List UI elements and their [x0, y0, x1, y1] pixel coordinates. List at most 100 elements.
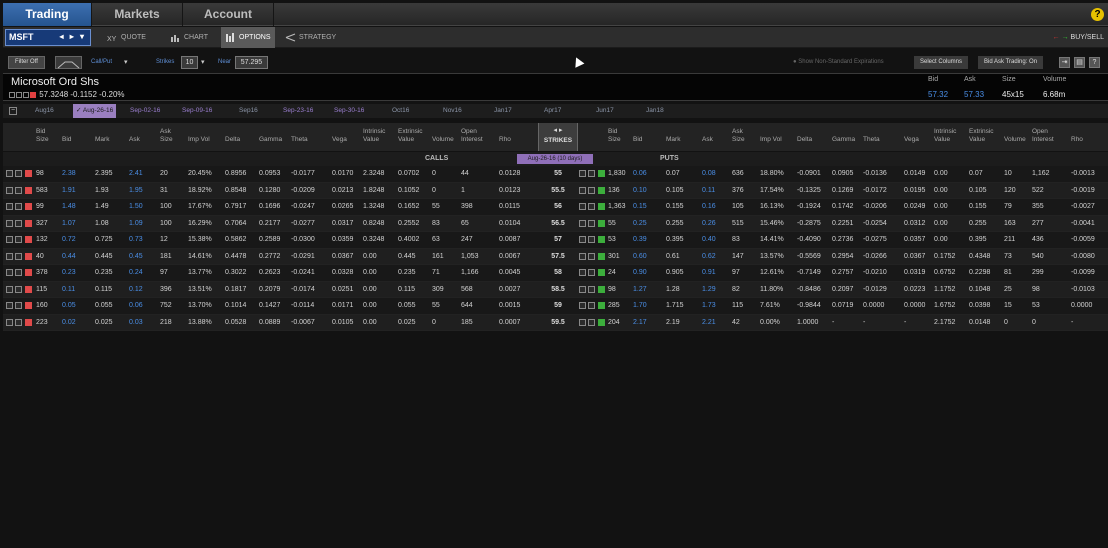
- call-cell[interactable]: 0.24: [129, 265, 143, 281]
- expiration-tab[interactable]: Aug16: [35, 104, 54, 118]
- column-header[interactable]: Ask: [702, 136, 713, 144]
- call-cell[interactable]: 0.44: [62, 249, 76, 265]
- column-header[interactable]: Gamma: [832, 136, 855, 144]
- options-button[interactable]: OPTIONS: [221, 27, 275, 48]
- call-cell[interactable]: 0.23: [62, 265, 76, 281]
- put-cell[interactable]: 1.27: [633, 282, 647, 298]
- expiration-tab[interactable]: Jan17: [494, 104, 512, 118]
- put-cell[interactable]: 2.17: [633, 315, 647, 331]
- call-cell[interactable]: 1.91: [62, 183, 76, 199]
- expand-row-icon[interactable]: [6, 302, 13, 309]
- strike-nav-arrows-icon[interactable]: ◂ ▸: [539, 126, 577, 134]
- ask-value[interactable]: 57.33: [964, 90, 984, 99]
- menu-icon[interactable]: [16, 91, 22, 98]
- quote-button[interactable]: XY QUOTE: [107, 27, 146, 48]
- column-header[interactable]: Vega: [904, 136, 919, 144]
- put-cell[interactable]: 0.16: [702, 199, 716, 215]
- help-icon[interactable]: ?: [1091, 8, 1104, 21]
- filter-off-button[interactable]: Filter Off: [8, 56, 45, 69]
- column-header[interactable]: Intrinsic Value: [363, 128, 385, 144]
- expiration-tab[interactable]: Jan18: [646, 104, 664, 118]
- menu-row-icon[interactable]: [588, 302, 595, 309]
- expand-row-icon[interactable]: [579, 236, 586, 243]
- table-row[interactable]: 99 1.48 1.49 1.50 100 17.67% 0.7917 0.1696 -0.02…: [3, 199, 1108, 216]
- strategy-button[interactable]: STRATEGY: [285, 27, 336, 48]
- expand-row-icon[interactable]: [579, 186, 586, 194]
- column-header[interactable]: Imp Vol: [188, 136, 210, 144]
- table-row[interactable]: 223 0.02 0.025 0.03 218 13.88% 0.0528 0.0889 -0.…: [3, 314, 1108, 331]
- expiration-tab[interactable]: Sep-02-16: [130, 104, 160, 118]
- call-cell[interactable]: 0.72: [62, 232, 76, 248]
- menu-row-icon[interactable]: [15, 203, 22, 210]
- collapse-icon[interactable]: −: [9, 107, 17, 115]
- buy-sell-button[interactable]: ← → BUY/SELL: [1053, 27, 1104, 48]
- put-cell[interactable]: 0.15: [633, 199, 647, 215]
- column-header[interactable]: Bid Size: [608, 128, 621, 144]
- menu-row-icon[interactable]: [588, 318, 595, 326]
- call-cell[interactable]: 1.09: [129, 216, 143, 232]
- print-icon[interactable]: ▤: [1074, 57, 1085, 68]
- call-put-caret-icon[interactable]: ▾: [124, 56, 128, 69]
- put-cell[interactable]: 0.08: [702, 166, 716, 182]
- menu-row-icon[interactable]: [588, 269, 595, 276]
- expand-icon[interactable]: [9, 91, 15, 98]
- menu-row-icon[interactable]: [15, 236, 22, 243]
- expand-row-icon[interactable]: [579, 252, 586, 260]
- expand-row-icon[interactable]: [579, 170, 586, 177]
- call-cell[interactable]: 1.50: [129, 199, 143, 215]
- call-cell[interactable]: 2.41: [129, 166, 143, 182]
- strikes-caret-icon[interactable]: ▾: [201, 56, 205, 69]
- tab-markets[interactable]: Markets: [92, 3, 183, 26]
- select-columns-button[interactable]: Select Columns: [914, 56, 969, 69]
- table-row[interactable]: 378 0.23 0.235 0.24 97 13.77% 0.3022 0.2623 -0.0…: [3, 265, 1108, 282]
- menu-row-icon[interactable]: [588, 186, 595, 194]
- column-header[interactable]: Bid Size: [36, 128, 49, 144]
- column-header[interactable]: Open Interest: [1032, 128, 1054, 144]
- expand-row-icon[interactable]: [6, 186, 13, 194]
- menu-row-icon[interactable]: [15, 269, 22, 276]
- call-cell[interactable]: 0.03: [129, 315, 143, 331]
- put-cell[interactable]: 0.10: [633, 183, 647, 199]
- menu-row-icon[interactable]: [15, 186, 22, 194]
- bid-value[interactable]: 57.32: [928, 90, 948, 99]
- expiration-tab[interactable]: Sep16: [239, 104, 258, 118]
- symbol-selector[interactable]: MSFT ◂ ▸ ▾: [5, 29, 91, 46]
- put-cell[interactable]: 1.70: [633, 298, 647, 314]
- table-row[interactable]: 98 2.38 2.395 2.41 20 20.45% 0.8956 0.0953 -0.01…: [3, 166, 1108, 183]
- chart-button[interactable]: CHART: [170, 27, 208, 48]
- column-header[interactable]: Delta: [225, 136, 240, 144]
- put-cell[interactable]: 2.21: [702, 315, 716, 331]
- tab-account[interactable]: Account: [183, 3, 274, 26]
- tab-trading[interactable]: Trading: [3, 3, 92, 26]
- expand-row-icon[interactable]: [6, 252, 13, 260]
- expand-row-icon[interactable]: [6, 285, 13, 293]
- payoff-shape-button[interactable]: [55, 56, 82, 69]
- show-nonstandard-toggle[interactable]: ● Show Non-Standard Expirations: [793, 56, 884, 69]
- expand-row-icon[interactable]: [579, 269, 586, 276]
- expiration-tab[interactable]: Nov16: [443, 104, 462, 118]
- menu-row-icon[interactable]: [588, 252, 595, 260]
- symbol-arrows-icon[interactable]: ◂ ▸ ▾: [60, 32, 87, 41]
- call-cell[interactable]: 0.02: [62, 315, 76, 331]
- column-header[interactable]: Delta: [797, 136, 812, 144]
- column-header[interactable]: Open Interest: [461, 128, 483, 144]
- export-icon[interactable]: ⇥: [1059, 57, 1070, 68]
- table-row[interactable]: 583 1.91 1.93 1.95 31 18.92% 0.8548 0.1280 -0.02…: [3, 182, 1108, 199]
- call-cell[interactable]: 0.06: [129, 298, 143, 314]
- column-header[interactable]: Ask: [129, 136, 140, 144]
- column-header[interactable]: Mark: [666, 136, 680, 144]
- column-header[interactable]: Imp Vol: [760, 136, 782, 144]
- menu-row-icon[interactable]: [15, 252, 22, 260]
- put-cell[interactable]: 1.73: [702, 298, 716, 314]
- call-cell[interactable]: 2.38: [62, 166, 76, 182]
- expiration-tab[interactable]: Jun17: [596, 104, 614, 118]
- help-small-icon[interactable]: ?: [1089, 57, 1100, 68]
- column-header[interactable]: Bid: [62, 136, 71, 144]
- menu-row-icon[interactable]: [15, 318, 22, 326]
- menu-row-icon[interactable]: [588, 219, 595, 227]
- call-cell[interactable]: 0.05: [62, 298, 76, 314]
- near-price-field[interactable]: 57.295: [235, 56, 268, 69]
- column-header[interactable]: Rho: [1071, 136, 1083, 144]
- bid-ask-trading-button[interactable]: Bid Ask Trading: On: [978, 56, 1044, 69]
- strikes-column-header[interactable]: ◂ ▸ STRIKES: [538, 123, 578, 151]
